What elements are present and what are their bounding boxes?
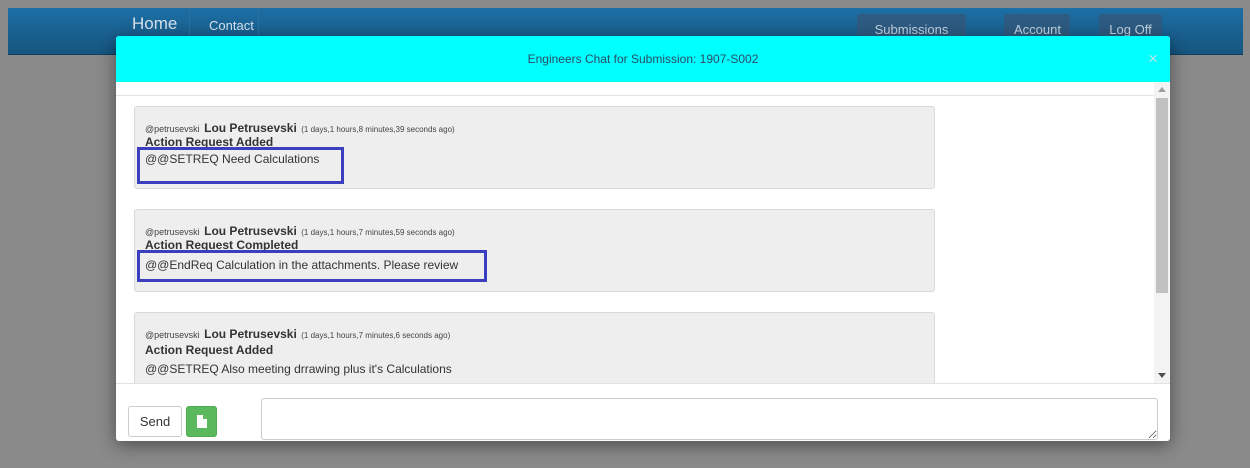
message-timestamp: (1 days,1 hours,7 minutes,6 seconds ago) (301, 331, 451, 340)
highlight-box: @@EndReq Calculation in the attachments.… (137, 250, 487, 282)
scrollbar-thumb[interactable] (1156, 98, 1168, 293)
message-author: Lou Petrusevski (204, 327, 297, 341)
message-author: Lou Petrusevski (204, 121, 297, 135)
chat-scrollbar[interactable] (1154, 82, 1170, 383)
scroll-up-arrow-icon[interactable] (1158, 87, 1166, 92)
chat-message: @petrusevski Lou Petrusevski (1 days,1 h… (134, 312, 935, 383)
message-text-highlighted: @@SETREQ Need Calculations (145, 152, 320, 166)
chat-messages: @petrusevski Lou Petrusevski (1 days,1 h… (116, 96, 1156, 383)
message-timestamp: (1 days,1 hours,8 minutes,39 seconds ago… (301, 125, 455, 134)
chat-message: @petrusevski Lou Petrusevski (1 days,1 h… (134, 106, 935, 189)
modal-title: Engineers Chat for Submission: 1907-S002 (527, 52, 759, 66)
send-button[interactable]: Send (128, 406, 182, 437)
nav-contact-link[interactable]: Contact (209, 18, 254, 33)
highlight-box: @@SETREQ Need Calculations (137, 147, 344, 184)
attach-file-button[interactable] (186, 406, 217, 437)
message-text: @@SETREQ Also meeting drrawing plus it's… (145, 362, 452, 376)
divider (116, 383, 1170, 384)
chat-modal: Engineers Chat for Submission: 1907-S002… (116, 36, 1170, 441)
message-title: Action Request Added (145, 343, 274, 357)
message-input[interactable] (261, 398, 1158, 440)
nav-home-link[interactable]: Home (132, 14, 177, 34)
modal-header: Engineers Chat for Submission: 1907-S002… (116, 36, 1170, 82)
message-handle: @petrusevski (145, 227, 200, 237)
message-author: Lou Petrusevski (204, 224, 297, 238)
chat-message: @petrusevski Lou Petrusevski (1 days,1 h… (134, 209, 935, 292)
message-text-highlighted: @@EndReq Calculation in the attachments.… (145, 258, 459, 272)
message-handle: @petrusevski (145, 124, 200, 134)
message-timestamp: (1 days,1 hours,7 minutes,59 seconds ago… (301, 228, 455, 237)
scroll-down-arrow-icon[interactable] (1158, 373, 1166, 378)
close-icon[interactable]: × (1148, 49, 1158, 69)
message-handle: @petrusevski (145, 330, 200, 340)
message-meta: @petrusevski Lou Petrusevski (1 days,1 h… (145, 325, 450, 343)
file-icon (197, 415, 207, 428)
